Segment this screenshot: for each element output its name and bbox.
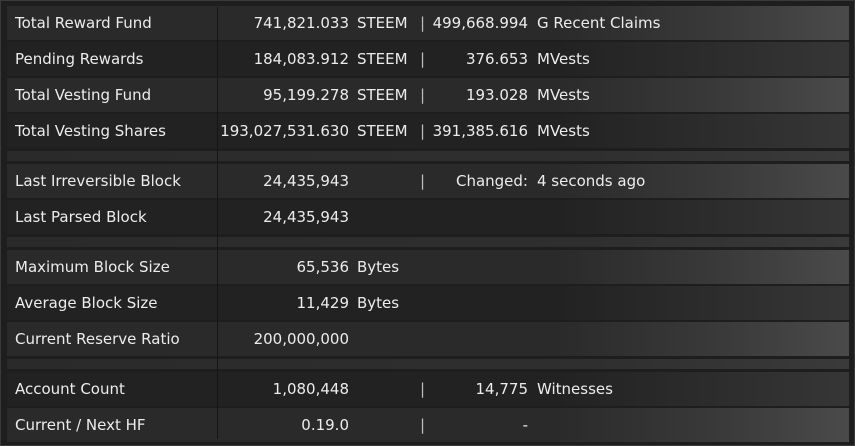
row-account-count: Account Count 1,080,448 | 14,775 Witness… [7, 372, 849, 406]
row-secondary-value: 4 seconds ago [537, 172, 646, 190]
row-label: Average Block Size [15, 294, 158, 312]
column-divider [217, 7, 218, 439]
row-maximum-block-size: Maximum Block Size 65,536 Bytes [7, 250, 849, 284]
row-pending-rewards: Pending Rewards 184,083.912 STEEM | 376.… [7, 42, 849, 76]
row-total-vesting-shares: Total Vesting Shares 193,027,531.630 STE… [7, 114, 849, 148]
row-label: Current / Next HF [15, 416, 146, 434]
row-label: Total Reward Fund [15, 14, 152, 32]
row-unit: Bytes [357, 294, 400, 312]
row-separator: | [420, 50, 426, 68]
row-unit: STEEM [357, 50, 408, 68]
row-total-reward-fund: Total Reward Fund 741,821.033 STEEM | 49… [7, 6, 849, 40]
row-unit: STEEM [357, 86, 408, 104]
row-current-next-hf: Current / Next HF 0.19.0 | - [7, 408, 849, 442]
row-unit: Bytes [357, 258, 400, 276]
row-label: Pending Rewards [15, 50, 144, 68]
row-value: 1,080,448 [272, 380, 349, 398]
row-current-reserve-ratio: Current Reserve Ratio 200,000,000 [7, 322, 849, 356]
row-value: 184,083.912 [253, 50, 349, 68]
section-spacer [7, 359, 849, 369]
row-last-irreversible-block: Last Irreversible Block 24,435,943 | Cha… [7, 164, 849, 198]
row-value: 24,435,943 [263, 172, 349, 190]
row-label: Current Reserve Ratio [15, 330, 180, 348]
chain-properties-panel: Total Reward Fund 741,821.033 STEEM | 49… [0, 0, 855, 446]
row-separator: | [420, 380, 426, 398]
row-secondary-unit: G Recent Claims [537, 14, 661, 32]
row-label: Account Count [15, 380, 125, 398]
row-secondary-value: 499,668.994 [432, 14, 528, 32]
row-value: 741,821.033 [253, 14, 349, 32]
row-secondary-unit: MVests [537, 86, 590, 104]
row-label: Last Irreversible Block [15, 172, 181, 190]
row-separator: | [420, 416, 426, 434]
row-secondary-value: 391,385.616 [432, 122, 528, 140]
row-value: 95,199.278 [263, 86, 349, 104]
row-secondary-value: - [522, 416, 528, 434]
row-value: 0.19.0 [301, 416, 349, 434]
row-value: 11,429 [296, 294, 350, 312]
row-secondary-unit: Witnesses [537, 380, 613, 398]
row-secondary-label: Changed: [455, 172, 528, 190]
row-label: Last Parsed Block [15, 208, 147, 226]
row-last-parsed-block: Last Parsed Block 24,435,943 [7, 200, 849, 234]
row-average-block-size: Average Block Size 11,429 Bytes [7, 286, 849, 320]
row-unit: STEEM [357, 14, 408, 32]
row-secondary-unit: MVests [537, 50, 590, 68]
row-value: 193,027,531.630 [220, 122, 349, 140]
section-spacer [7, 151, 849, 161]
row-label: Total Vesting Shares [15, 122, 166, 140]
row-label: Total Vesting Fund [15, 86, 152, 104]
row-label: Maximum Block Size [15, 258, 170, 276]
row-separator: | [420, 122, 426, 140]
section-spacer [7, 237, 849, 247]
row-value: 65,536 [296, 258, 350, 276]
row-secondary-value: 193.028 [465, 86, 528, 104]
row-total-vesting-fund: Total Vesting Fund 95,199.278 STEEM | 19… [7, 78, 849, 112]
row-separator: | [420, 14, 426, 32]
row-separator: | [420, 172, 426, 190]
row-secondary-value: 14,775 [475, 380, 529, 398]
row-unit: STEEM [357, 122, 408, 140]
row-secondary-value: 376.653 [465, 50, 528, 68]
row-separator: | [420, 86, 426, 104]
row-secondary-unit: MVests [537, 122, 590, 140]
row-value: 24,435,943 [263, 208, 349, 226]
row-value: 200,000,000 [253, 330, 349, 348]
